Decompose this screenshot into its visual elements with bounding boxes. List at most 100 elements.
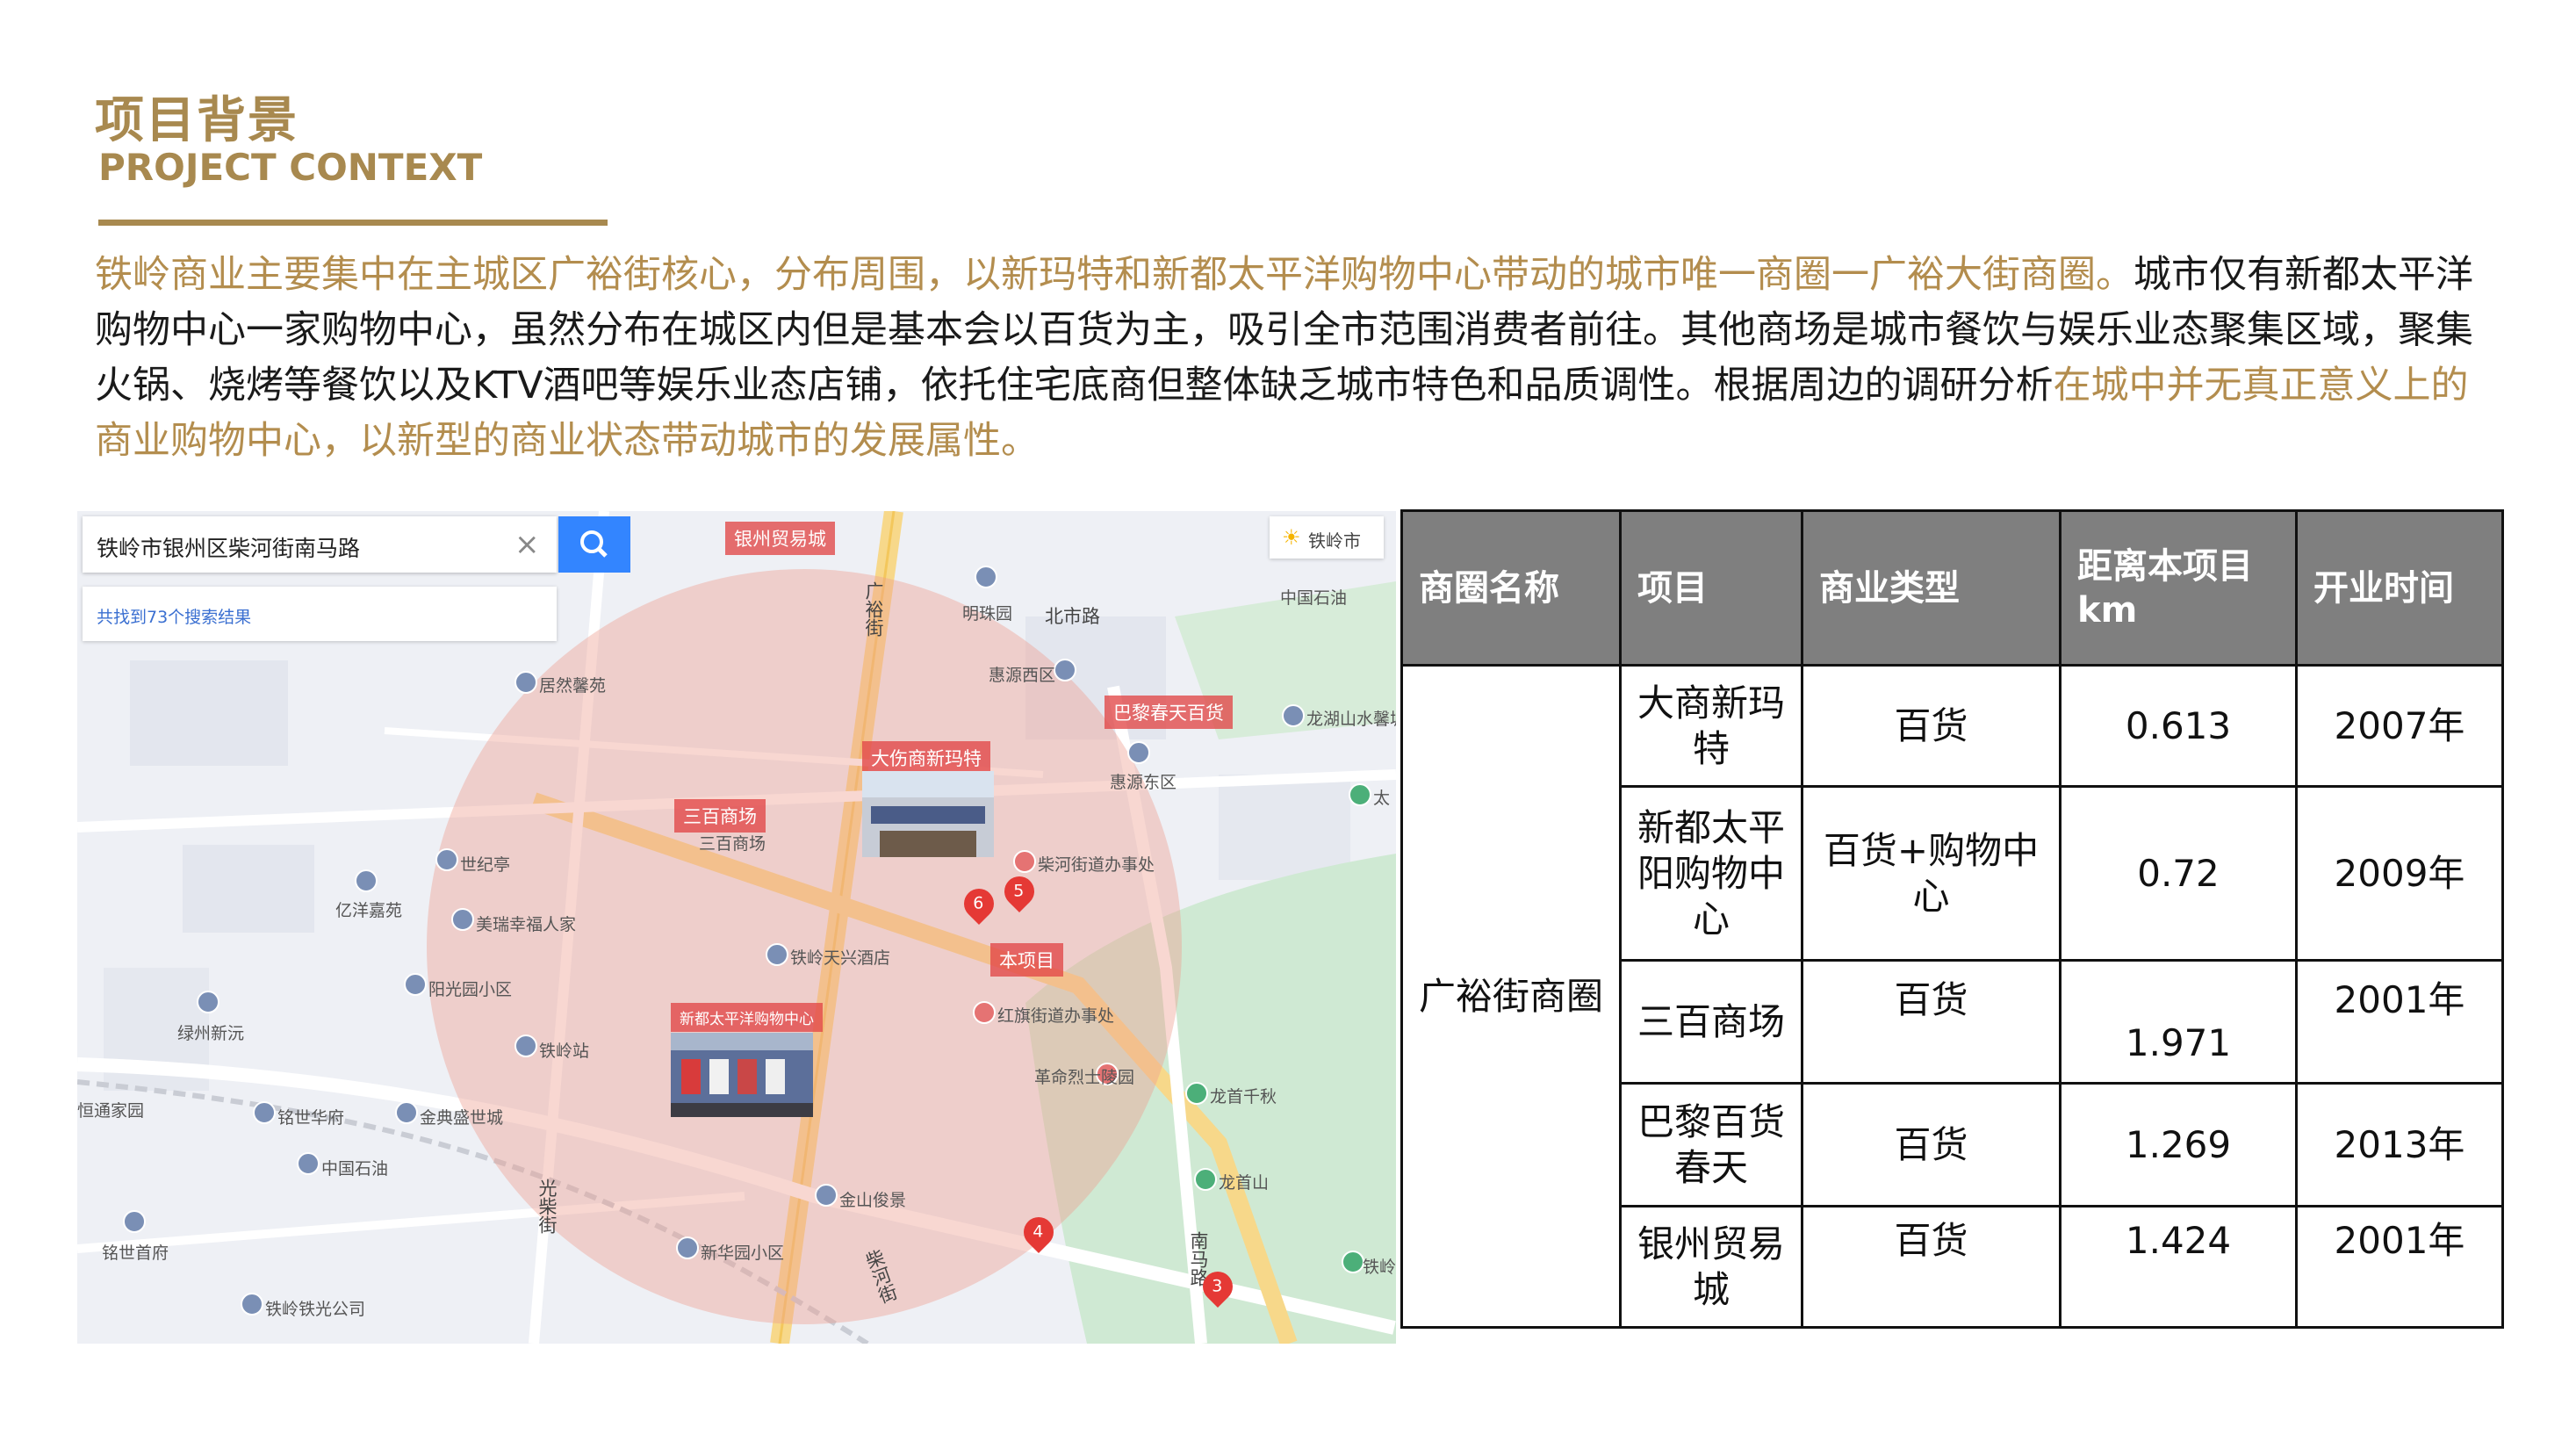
cell-type: 百货 <box>1801 959 2062 1085</box>
city-label: 铁岭市 <box>1308 530 1361 551</box>
poi-icon <box>1054 659 1076 681</box>
poi-icon <box>241 1293 263 1316</box>
city-selector[interactable]: ☀ 铁岭市 <box>1270 516 1384 559</box>
poi-zhongguo-shiyou-2: 中国石油 <box>321 1159 389 1179</box>
poi-icon <box>1127 741 1150 764</box>
poi-icon <box>975 566 997 588</box>
poi-shijiting: 世纪亭 <box>460 855 511 875</box>
page-title: 项目背景 <box>95 92 299 149</box>
cell-project: 新都太平阳购物中心 <box>1619 785 1803 962</box>
search-input[interactable]: 铁岭市银州区柴河街南马路 × <box>83 516 557 573</box>
page-subtitle: PROJECT CONTEXT <box>98 146 483 189</box>
poi-icon <box>1342 1251 1364 1273</box>
poi-icon <box>395 1101 418 1124</box>
tag-dashang[interactable]: 大伤商新玛特 <box>862 741 990 775</box>
tag-sanbai[interactable]: 三百商场 <box>674 799 766 833</box>
road-beishi: 北市路 <box>1045 606 1100 627</box>
poi-tieguang: 铁岭铁光公司 <box>265 1300 366 1319</box>
poi-icon <box>355 869 378 892</box>
xindu-photo <box>671 1033 813 1117</box>
poi-jinshan: 金山俊景 <box>839 1191 907 1210</box>
district-cell: 广裕街商圈 <box>1400 664 1622 1329</box>
poi-yiyang: 亿洋嘉苑 <box>335 901 403 920</box>
cell-distance: 1.269 <box>2059 1082 2298 1208</box>
poi-lvxin: 绿州新沅 <box>177 1024 245 1043</box>
poi-icon <box>766 943 788 966</box>
poi-yangguang: 阳光园小区 <box>428 980 513 999</box>
intro-paragraph: 铁岭商业主要集中在主城区广裕街核心，分布周围，以新玛特和新都太平洋购物中心带动的… <box>95 248 2483 469</box>
map-panel[interactable]: 铁岭市银州区柴河街南马路 × 共找到73个搜索结果 ☀ 铁岭市 银州贸易城 广裕… <box>77 511 1396 1344</box>
poi-icon <box>451 908 474 931</box>
dashang-photo <box>862 771 994 857</box>
cell-year: 2013年 <box>2295 1082 2504 1208</box>
cell-type: 百货 <box>1801 1205 2062 1329</box>
search-button[interactable] <box>558 516 630 573</box>
poi-juran: 居然馨苑 <box>539 676 607 696</box>
tag-yinzhou[interactable]: 银州贸易城 <box>725 522 835 555</box>
cell-type: 百货+购物中心 <box>1801 785 2062 962</box>
poi-hongqi: 红旗街道办事处 <box>997 1006 1115 1026</box>
poi-zhongguo-shiyou-1: 中国石油 <box>1280 588 1348 608</box>
tag-xindu[interactable]: 新都太平洋购物中心 <box>671 1003 823 1032</box>
poi-hengtong: 恒通家园 <box>77 1101 145 1121</box>
poi-mingshi-shoufu: 铭世首府 <box>102 1244 169 1263</box>
poi-icon <box>253 1101 276 1124</box>
poi-icon <box>297 1152 320 1175</box>
poi-icon <box>973 1001 996 1024</box>
intro-highlight-1: 铁岭商业主要集中在主城区广裕街核心，分布周围，以新玛特和新都太平洋购物中心带动的… <box>95 253 2133 297</box>
poi-tieling-edge: 铁岭 <box>1363 1258 1396 1277</box>
result-count: 共找到73个搜索结果 <box>97 608 252 627</box>
cell-type: 百货 <box>1801 664 2062 788</box>
tag-bali[interactable]: 巴黎春天百货 <box>1105 696 1233 729</box>
poi-icon <box>676 1236 699 1259</box>
search-results-summary[interactable]: 共找到73个搜索结果 <box>83 587 557 641</box>
cell-year: 2007年 <box>2295 664 2504 788</box>
cell-distance: 0.72 <box>2059 785 2298 962</box>
tag-project[interactable]: 本项目 <box>990 943 1063 977</box>
header-type: 商业类型 <box>1801 509 2062 667</box>
poi-icon <box>435 848 458 871</box>
poi-icon <box>1194 1168 1217 1191</box>
poi-icon <box>1282 704 1305 727</box>
cell-year: 2009年 <box>2295 785 2504 962</box>
poi-icon <box>514 671 537 694</box>
poi-sanbai: 三百商场 <box>699 834 766 854</box>
poi-icon <box>815 1184 838 1207</box>
poi-icon <box>123 1210 146 1233</box>
poi-tai: 太 <box>1373 789 1391 808</box>
road-guangchai: 光柴街 <box>536 1179 558 1234</box>
poi-tianxing: 铁岭天兴酒店 <box>790 948 891 968</box>
road-guangyu: 广裕街 <box>863 581 884 637</box>
poi-longhu: 龙湖山水馨城 <box>1306 710 1396 729</box>
cell-project: 三百商场 <box>1619 959 1803 1085</box>
poi-xinhua: 新华园小区 <box>701 1244 785 1263</box>
cell-distance: 0.613 <box>2059 664 2298 788</box>
header-year: 开业时间 <box>2295 509 2504 667</box>
poi-station: 铁岭站 <box>539 1042 590 1061</box>
poi-longshou-shan: 龙首山 <box>1219 1173 1270 1193</box>
search-icon <box>580 530 608 558</box>
poi-jindian: 金典盛世城 <box>420 1108 504 1128</box>
table-header-row: 商圈名称 项目 商业类型 距离本项目km 开业时间 <box>1400 509 2504 667</box>
poi-icon <box>404 973 427 996</box>
cell-year: 2001年 <box>2295 1205 2504 1329</box>
cell-year: 2001年 <box>2295 959 2504 1085</box>
header-district: 商圈名称 <box>1400 509 1622 667</box>
poi-icon <box>1185 1082 1208 1105</box>
cell-project: 大商新玛特 <box>1619 664 1803 788</box>
search-query: 铁岭市银州区柴河街南马路 <box>97 536 361 561</box>
header-project: 项目 <box>1619 509 1803 667</box>
poi-meijing: 美瑞幸福人家 <box>476 915 577 934</box>
cell-project: 巴黎百货春天 <box>1619 1082 1803 1208</box>
poi-icon <box>1013 850 1036 873</box>
competitor-table: 商圈名称 项目 商业类型 距离本项目km 开业时间 广裕街商圈 大商新玛特 百货… <box>1400 509 2504 1329</box>
cell-distance: 1.424 <box>2059 1205 2298 1329</box>
poi-icon <box>197 991 219 1013</box>
title-divider <box>98 220 608 226</box>
cell-project: 银州贸易城 <box>1619 1205 1803 1329</box>
poi-longshou-qianqiu: 龙首千秋 <box>1210 1087 1277 1107</box>
weather-icon: ☀ <box>1282 525 1301 550</box>
poi-chaihe-office: 柴河街道办事处 <box>1038 855 1155 875</box>
clear-icon[interactable]: × <box>514 527 540 562</box>
poi-mingzhu: 明珠园 <box>962 604 1013 624</box>
